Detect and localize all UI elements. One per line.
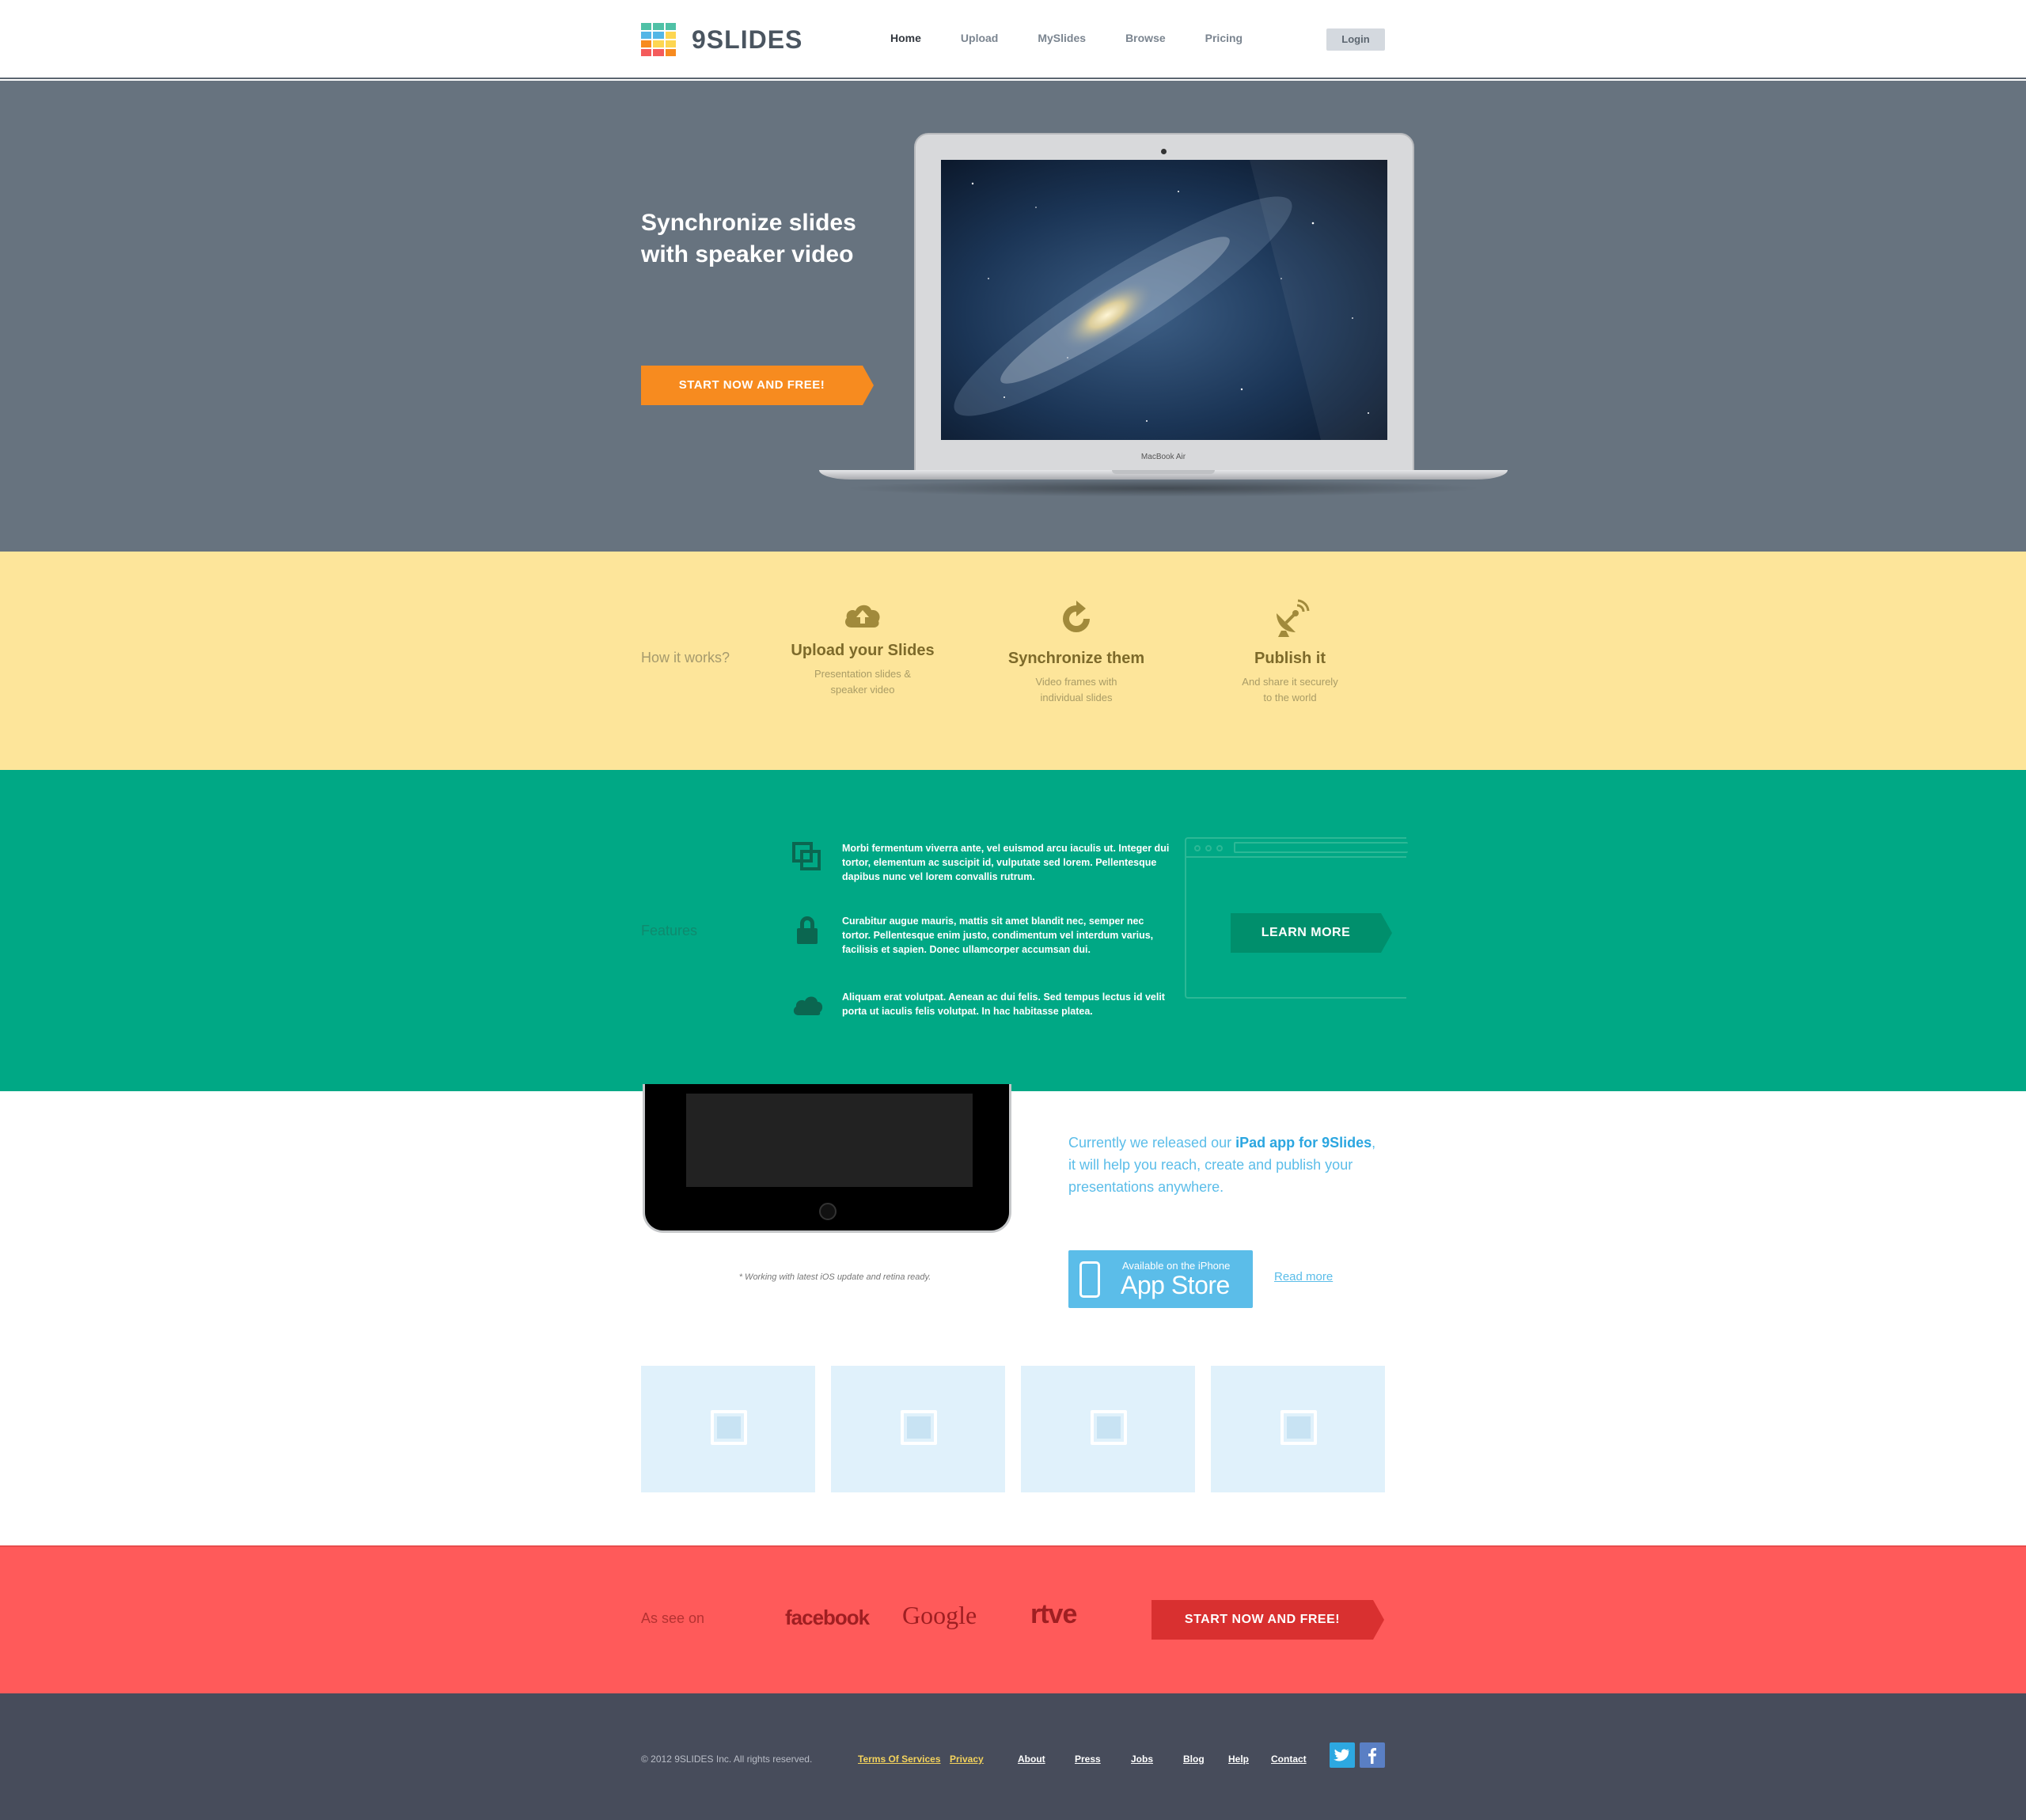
read-more-link[interactable]: Read more [1274,1270,1333,1283]
brand-name: 9SLIDES [692,25,803,54]
start-now-button[interactable]: START NOW AND FREE! [1151,1600,1384,1640]
satellite-dish-icon [1277,599,1310,637]
app-store-badge[interactable]: Available on the iPhone App Store [1068,1250,1253,1308]
app-store-title: App Store [1121,1271,1230,1299]
ipad-screen [686,1094,973,1187]
how-it-works-label: How it works? [641,650,730,665]
logo-mark-icon [641,23,676,56]
step-upload: Upload your Slides Presentation slides &… [768,599,958,698]
thumbnail[interactable] [641,1366,815,1492]
thumbnail[interactable] [831,1366,1005,1492]
step-synchronize: Synchronize them Video frames with indiv… [981,599,1171,706]
features-section: Features Morbi fermentum viverra ante, v… [0,770,2026,1091]
feature-text: Curabitur augue mauris, mattis sit amet … [842,916,1154,955]
footer-help[interactable]: Help [1228,1754,1249,1765]
thumbnail-gallery [641,1366,1385,1492]
laptop-notch [1112,470,1215,474]
step-title: Publish it [1254,650,1326,667]
rtve-logo: rtve [1030,1599,1077,1629]
footer-about[interactable]: About [1018,1754,1045,1765]
site-footer: © 2012 9SLIDES Inc. All rights reserved.… [0,1693,2026,1820]
footer-press[interactable]: Press [1075,1754,1101,1765]
press-section: As see on facebook Google rtve START NOW… [0,1545,2026,1693]
features-label: Features [641,923,698,938]
laptop-label: MacBook Air [1140,453,1186,461]
home-button-icon [819,1203,837,1220]
image-icon [711,1410,747,1445]
step-description: Video frames with individual slides [1035,676,1117,703]
footer-blog[interactable]: Blog [1183,1754,1205,1765]
terms-link[interactable]: Terms Of Services [858,1754,941,1765]
cloud-icon [793,996,823,1015]
feature-text: Aliquam erat volutpat. Aenean ac dui fel… [842,992,1165,1017]
thumbnail[interactable] [1021,1366,1195,1492]
copyright: © 2012 9SLIDES Inc. All rights reserved. [641,1754,813,1765]
nav-browse[interactable]: Browse [1125,32,1166,44]
google-logo: Google [902,1601,977,1629]
image-icon [901,1410,937,1445]
step-title: Upload your Slides [791,642,935,659]
nav-home[interactable]: Home [890,32,921,44]
nav-myslides[interactable]: MySlides [1038,32,1086,44]
nav-upload[interactable]: Upload [961,32,998,44]
iphone-icon [1079,1261,1100,1298]
ipad-note: * Working with latest iOS update and ret… [738,1272,931,1282]
facebook-icon[interactable] [1360,1742,1385,1768]
nav-pricing[interactable]: Pricing [1205,32,1243,44]
galaxy-wallpaper-icon [941,160,1387,440]
privacy-link[interactable]: Privacy [950,1754,984,1765]
cloud-upload-icon [845,605,880,628]
lock-icon [797,916,818,944]
laptop-image: MacBook Air [819,133,1508,497]
hero-section: Synchronize slides with speaker video ST… [0,81,2026,552]
copy-icon [792,842,821,870]
footer-jobs[interactable]: Jobs [1131,1754,1153,1765]
refresh-icon [1063,601,1090,632]
camera-dot [1161,149,1167,154]
logo[interactable]: 9SLIDES [641,23,802,56]
step-publish: Publish it And share it securely to the … [1195,599,1385,706]
laptop-shadow [843,480,1484,497]
feature-text: Morbi fermentum viverra ante, vel euismo… [842,843,1170,882]
footer-contact[interactable]: Contact [1271,1754,1307,1765]
site-header: 9SLIDES Home Upload MySlides Browse Pric… [0,0,2026,79]
image-icon [1091,1410,1127,1445]
app-store-caption: Available on the iPhone [1122,1260,1231,1272]
main-nav: Home Upload MySlides Browse Pricing [890,32,1282,44]
step-description: Presentation slides & speaker video [814,668,912,696]
learn-more-button[interactable]: LEARN MORE [1231,913,1392,953]
ipad-promo-text: Currently we released our iPad app for 9… [1068,1135,1376,1195]
thumbnail[interactable] [1211,1366,1385,1492]
ipad-app-link[interactable]: iPad app for 9Slides [1235,1135,1372,1151]
twitter-icon[interactable] [1330,1742,1355,1768]
image-icon [1280,1410,1317,1445]
laptop-screen [941,160,1387,440]
how-it-works-section: How it works? Upload your Slides Present… [0,552,2026,770]
step-description: And share it securely to the world [1242,676,1338,703]
ipad-image [643,1084,1011,1233]
press-label: As see on [641,1610,705,1626]
step-title: Synchronize them [1007,650,1145,667]
facebook-logo: facebook [785,1606,870,1629]
login-button[interactable]: Login [1326,28,1385,51]
